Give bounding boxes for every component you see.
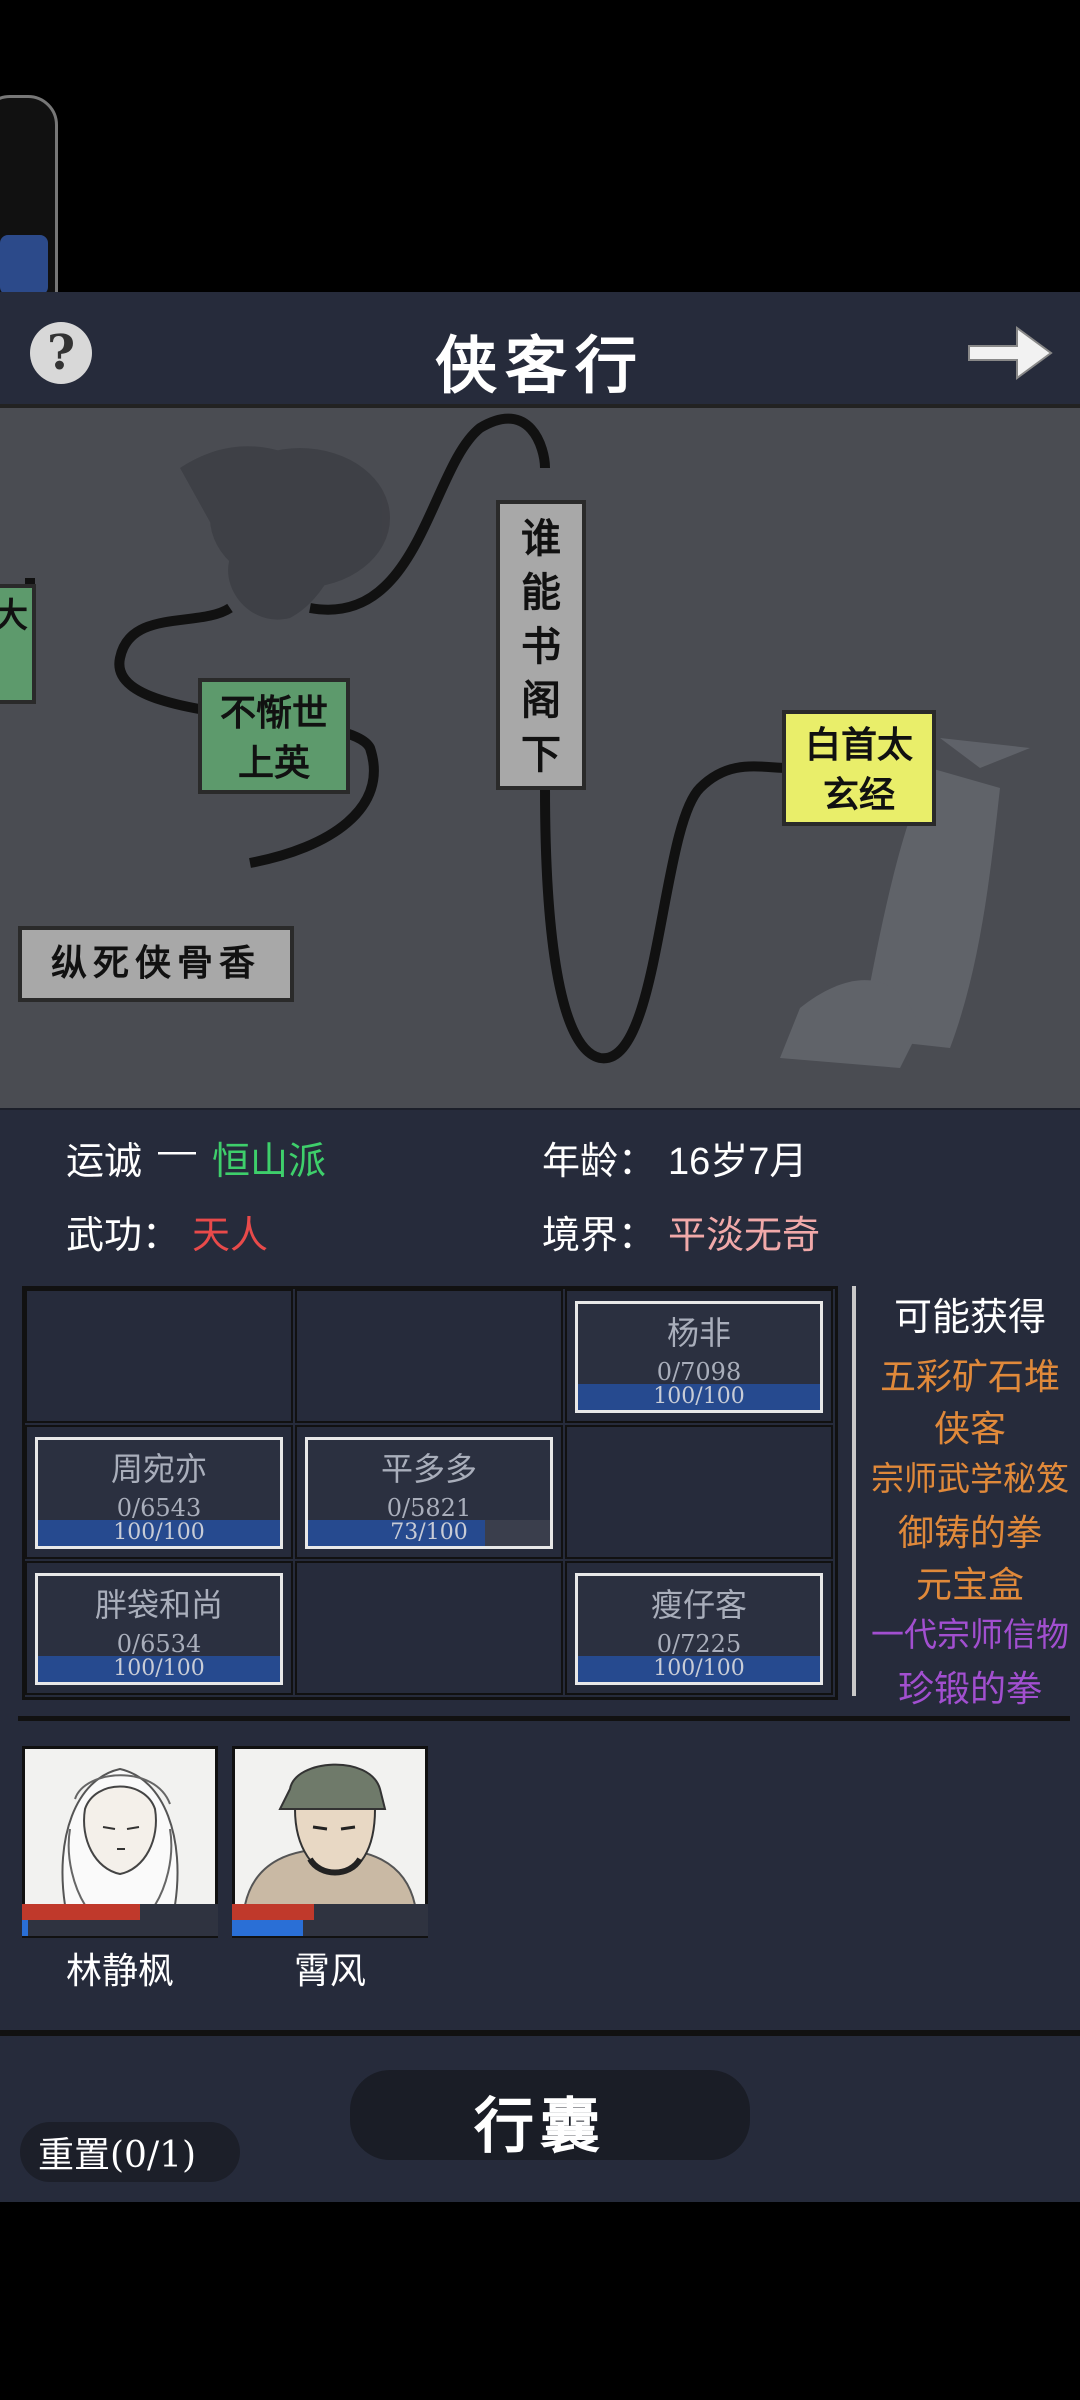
luck-value: 恒山派	[212, 1141, 327, 1183]
enemy-hp-text: 100/100	[653, 1656, 745, 1681]
next-arrow-icon[interactable]	[965, 320, 1055, 386]
martial-label: 武功：	[66, 1215, 181, 1257]
enemy-hp-text: 73/100	[390, 1520, 468, 1545]
bottom-divider	[0, 2030, 1080, 2036]
member-hp-bar	[232, 1904, 428, 1920]
enemy-name: 胖袋和尚	[94, 1586, 223, 1624]
grid-cell-empty	[295, 1289, 563, 1423]
enemy-hp-bar: 100/100	[38, 1520, 280, 1546]
story-map: 大 不惭世上英 谁能书阁下 白首太玄经 纵死侠骨香	[0, 404, 1080, 1114]
grid-cell: 瘦仔客 0/7225 100/100	[565, 1561, 833, 1695]
member-mp-fill	[22, 1920, 28, 1936]
grid-cell: 平多多 0/5821 73/100	[295, 1425, 563, 1559]
age-label: 年龄：	[542, 1141, 657, 1183]
map-node-buxie[interactable]: 不惭世上英	[198, 678, 350, 794]
reward-item[interactable]: 五彩矿石堆	[860, 1348, 1080, 1400]
reset-button[interactable]: 重置(0/1)	[38, 2126, 196, 2178]
map-node-partial[interactable]: 大	[0, 584, 36, 704]
member-hp-fill	[22, 1904, 140, 1920]
grid-cell-empty	[295, 1561, 563, 1695]
section-divider	[18, 1716, 1070, 1721]
enemy-grid: 杨非 0/7098 100/100 周宛亦 0/6543 100/100 平多多…	[22, 1286, 838, 1700]
reward-item[interactable]: 珍锻的拳	[860, 1660, 1080, 1712]
page-title: 侠客行	[434, 329, 645, 402]
rewards-title: 可能获得	[893, 1297, 1046, 1339]
martial-value: 天人	[192, 1215, 269, 1257]
grid-cell-empty	[565, 1425, 833, 1559]
enemy-progress: 0/7225	[656, 1630, 742, 1658]
luck-dash: —	[158, 1130, 196, 1172]
rewards-divider	[852, 1286, 856, 1696]
enemy-name: 杨非	[666, 1314, 731, 1352]
grid-cell-empty	[25, 1289, 293, 1423]
enemy-progress: 0/6543	[116, 1494, 202, 1522]
enemy-card[interactable]: 杨非 0/7098 100/100	[575, 1301, 823, 1413]
map-node-baishou[interactable]: 白首太玄经	[782, 710, 936, 826]
luck-label: 运诚	[66, 1141, 143, 1183]
member-hp-fill	[232, 1904, 315, 1920]
enemy-hp-text: 100/100	[113, 1656, 205, 1681]
enemy-card[interactable]: 周宛亦 0/6543 100/100	[35, 1437, 283, 1549]
enemy-card[interactable]: 瘦仔客 0/7225 100/100	[575, 1573, 823, 1685]
reward-item[interactable]: 一代宗师信物	[860, 1608, 1080, 1656]
reward-item[interactable]: 元宝盒	[860, 1556, 1080, 1608]
enemy-hp-text: 100/100	[653, 1384, 745, 1409]
member-mp-fill	[232, 1920, 303, 1936]
member-hp-bar	[22, 1904, 218, 1920]
reward-item[interactable]: 御铸的拳	[860, 1504, 1080, 1556]
age-value: 16岁7月	[668, 1141, 808, 1183]
floating-widget-icon	[0, 235, 48, 295]
grid-cell: 周宛亦 0/6543 100/100	[25, 1425, 293, 1559]
realm-label: 境界：	[542, 1215, 657, 1257]
enemy-name: 周宛亦	[110, 1450, 207, 1488]
enemy-hp-bar: 73/100	[308, 1520, 550, 1546]
member-mp-bar	[232, 1920, 428, 1936]
enemy-name: 平多多	[380, 1450, 477, 1488]
enemy-card[interactable]: 平多多 0/5821 73/100	[305, 1437, 553, 1549]
enemy-hp-bar: 100/100	[578, 1384, 820, 1410]
enemy-progress: 0/6534	[116, 1630, 202, 1658]
grid-cell: 杨非 0/7098 100/100	[565, 1289, 833, 1423]
enemy-hp-bar: 100/100	[38, 1656, 280, 1682]
grid-cell: 胖袋和尚 0/6534 100/100	[25, 1561, 293, 1695]
member-name: 霄风	[293, 1950, 366, 1991]
help-button[interactable]: ?	[30, 322, 92, 384]
member-mp-bar	[22, 1920, 218, 1936]
map-node-shuineng[interactable]: 谁能书阁下	[496, 500, 586, 790]
enemy-hp-bar: 100/100	[578, 1656, 820, 1682]
enemy-progress: 0/7098	[656, 1358, 742, 1386]
enemy-hp-text: 100/100	[113, 1520, 205, 1545]
enemy-card[interactable]: 胖袋和尚 0/6534 100/100	[35, 1573, 283, 1685]
member-name: 林静枫	[65, 1950, 174, 1991]
enemy-progress: 0/5821	[386, 1494, 472, 1522]
realm-value: 平淡无奇	[668, 1215, 821, 1257]
reward-item[interactable]: 侠客	[860, 1400, 1080, 1452]
enemy-name: 瘦仔客	[650, 1586, 747, 1624]
bag-button[interactable]: 行囊	[400, 2078, 680, 2165]
map-node-zongsi[interactable]: 纵死侠骨香	[18, 926, 294, 1002]
reward-item[interactable]: 宗师武学秘笈	[860, 1452, 1080, 1500]
